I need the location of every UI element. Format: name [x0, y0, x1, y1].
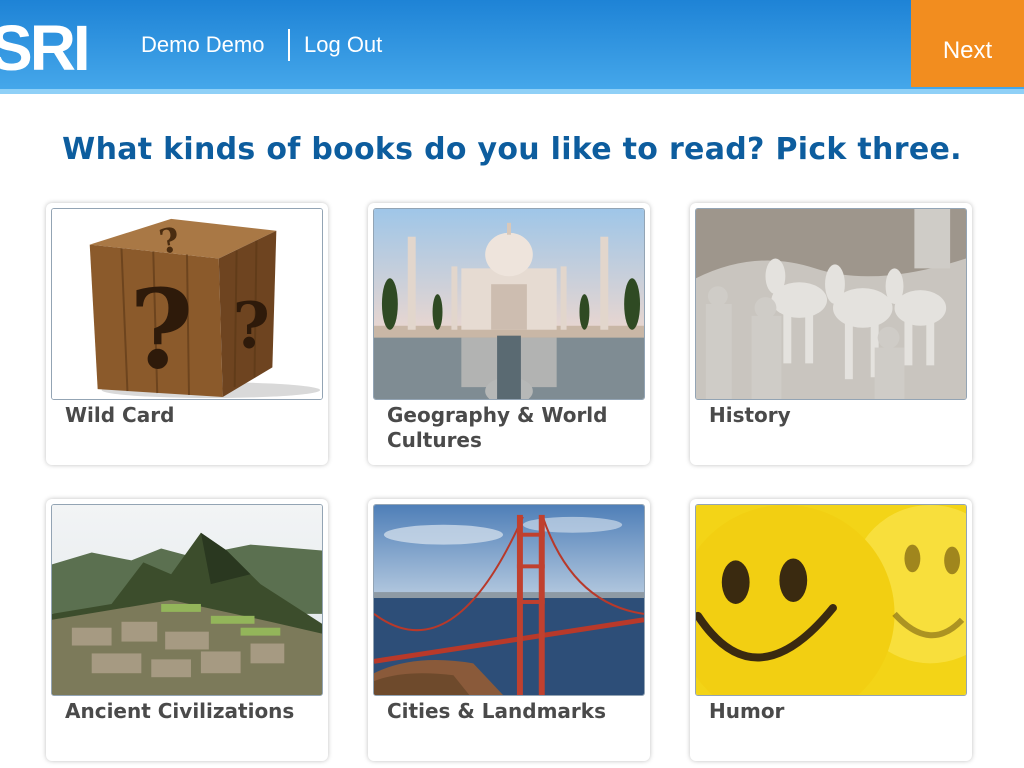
header-divider [288, 29, 290, 61]
genre-card-cities-landmarks[interactable]: Cities & Landmarks [368, 499, 650, 761]
genre-card-label: Cities & Landmarks [387, 699, 606, 723]
genre-card-label: Wild Card [65, 403, 175, 427]
taj-mahal-image [373, 208, 645, 400]
genre-card-ancient-civilizations[interactable]: Ancient Civilizations [46, 499, 328, 761]
next-button[interactable]: Next [911, 0, 1024, 87]
genre-card-label: Ancient Civilizations [65, 699, 295, 723]
header-bar: SRI Demo Demo Log Out [0, 0, 1024, 94]
genre-card-history[interactable]: History [690, 203, 972, 465]
genre-card-geography[interactable]: Geography & World Cultures [368, 203, 650, 465]
logout-link[interactable]: Log Out [304, 30, 382, 60]
golden-gate-bridge-image [373, 504, 645, 696]
smiley-faces-image [695, 504, 967, 696]
svg-text:?: ? [233, 288, 270, 363]
genre-card-humor[interactable]: Humor [690, 499, 972, 761]
wooden-question-box-image: ? ? ? [51, 208, 323, 400]
terracotta-army-image [695, 208, 967, 400]
genre-card-label: Humor [709, 699, 785, 723]
page-question: What kinds of books do you like to read?… [62, 132, 962, 167]
svg-text:?: ? [129, 265, 193, 393]
machu-picchu-image [51, 504, 323, 696]
genre-card-label: Geography & World Cultures [387, 403, 608, 452]
genre-card-label: History [709, 403, 791, 427]
user-name: Demo Demo [141, 32, 265, 57]
svg-text:SRI: SRI [0, 12, 88, 76]
genre-card-wild-card[interactable]: ? ? ? Wild Card [46, 203, 328, 465]
sri-logo: SRI [0, 10, 94, 76]
